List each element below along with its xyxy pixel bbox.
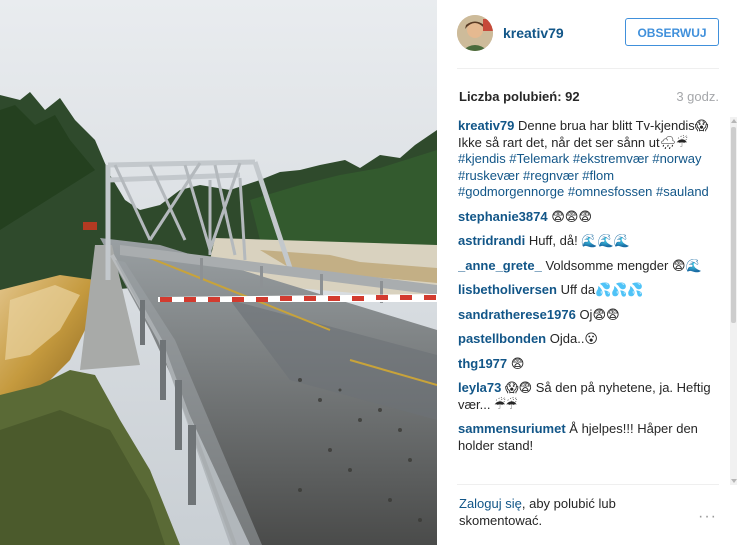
post-header: kreativ79 OBSERWUJ bbox=[437, 0, 738, 68]
comment-username[interactable]: sandratherese1976 bbox=[458, 307, 576, 322]
scrollbar-thumb[interactable] bbox=[731, 127, 736, 323]
avatar[interactable] bbox=[457, 15, 493, 51]
post-author-username[interactable]: kreativ79 bbox=[503, 25, 564, 41]
comment-username[interactable]: astridrandi bbox=[458, 233, 525, 248]
comment-text: Voldsomme mengder 😨🌊 bbox=[545, 257, 702, 273]
comment-text: Huff, då! 🌊🌊🌊 bbox=[528, 233, 630, 248]
comment-username[interactable]: _anne_grete_ bbox=[458, 258, 542, 273]
comment-username[interactable]: stephanie3874 bbox=[458, 209, 548, 224]
comment-text: Ojda..😮 bbox=[549, 331, 598, 346]
post-timestamp[interactable]: 3 godz. bbox=[676, 89, 719, 104]
footer-divider bbox=[457, 484, 719, 485]
comment-item: thg1977 😨 bbox=[458, 356, 718, 373]
comment-username[interactable]: thg1977 bbox=[458, 356, 507, 371]
caption-hashtags[interactable]: #kjendis #Telemark #ekstremvær #norway #… bbox=[458, 151, 709, 199]
scroll-down-arrow-icon[interactable] bbox=[731, 479, 737, 483]
post-caption: kreativ79 Denne brua har blitt Tv-kjendi… bbox=[458, 118, 718, 201]
avatar-image bbox=[457, 15, 493, 51]
login-prompt: Zaloguj się, aby polubić lub skomentować… bbox=[459, 495, 679, 529]
more-options-icon[interactable]: ··· bbox=[698, 508, 717, 526]
likes-count[interactable]: Liczba polubień: 92 bbox=[459, 89, 580, 104]
caption-username[interactable]: kreativ79 bbox=[458, 118, 514, 133]
comment-text: 😨😨😨 bbox=[551, 208, 592, 224]
caption-text-line-2: Ikke så rart det, når det ser sånn ut🌧☔ bbox=[458, 134, 688, 150]
comment-item: _anne_grete_ Voldsomme mengder 😨🌊 bbox=[458, 258, 718, 275]
comment-text: Uff da💦💦💦 bbox=[560, 282, 644, 297]
comment-item: stephanie3874 😨😨😨 bbox=[458, 209, 718, 226]
comment-username[interactable]: sammensuriumet bbox=[458, 421, 566, 436]
flooded-bridge-photo bbox=[0, 0, 437, 545]
post-side-panel: kreativ79 OBSERWUJ Liczba polubień: 92 3… bbox=[437, 0, 738, 545]
comments-scrollbar[interactable] bbox=[730, 117, 737, 485]
comment-username[interactable]: lisbetholiversen bbox=[458, 282, 557, 297]
comment-item: sandratherese1976 Oj😨😨 bbox=[458, 307, 718, 324]
follow-button[interactable]: OBSERWUJ bbox=[625, 18, 719, 46]
comment-item: sammensuriumet Å hjelpes!!! Håper den ho… bbox=[458, 421, 718, 454]
comment-username[interactable]: pastellbonden bbox=[458, 331, 546, 346]
comment-username[interactable]: leyla73 bbox=[458, 380, 501, 395]
comment-item: pastellbonden Ojda..😮 bbox=[458, 331, 718, 348]
comment-item: leyla73 😱😨 Så den på nyhetene, ja. Hefti… bbox=[458, 380, 718, 413]
comment-text: 😨 bbox=[510, 355, 525, 371]
comments-list: kreativ79 Denne brua har blitt Tv-kjendi… bbox=[458, 118, 718, 481]
comment-item: astridrandi Huff, då! 🌊🌊🌊 bbox=[458, 233, 718, 250]
header-divider bbox=[457, 68, 719, 69]
post-photo bbox=[0, 0, 437, 545]
caption-text: Denne brua har blitt Tv-kjendis😱 bbox=[518, 118, 709, 133]
login-link[interactable]: Zaloguj się bbox=[459, 496, 522, 511]
comment-text: Oj😨😨 bbox=[579, 306, 620, 322]
comment-item: lisbetholiversen Uff da💦💦💦 bbox=[458, 282, 718, 299]
scroll-up-arrow-icon[interactable] bbox=[731, 119, 737, 123]
